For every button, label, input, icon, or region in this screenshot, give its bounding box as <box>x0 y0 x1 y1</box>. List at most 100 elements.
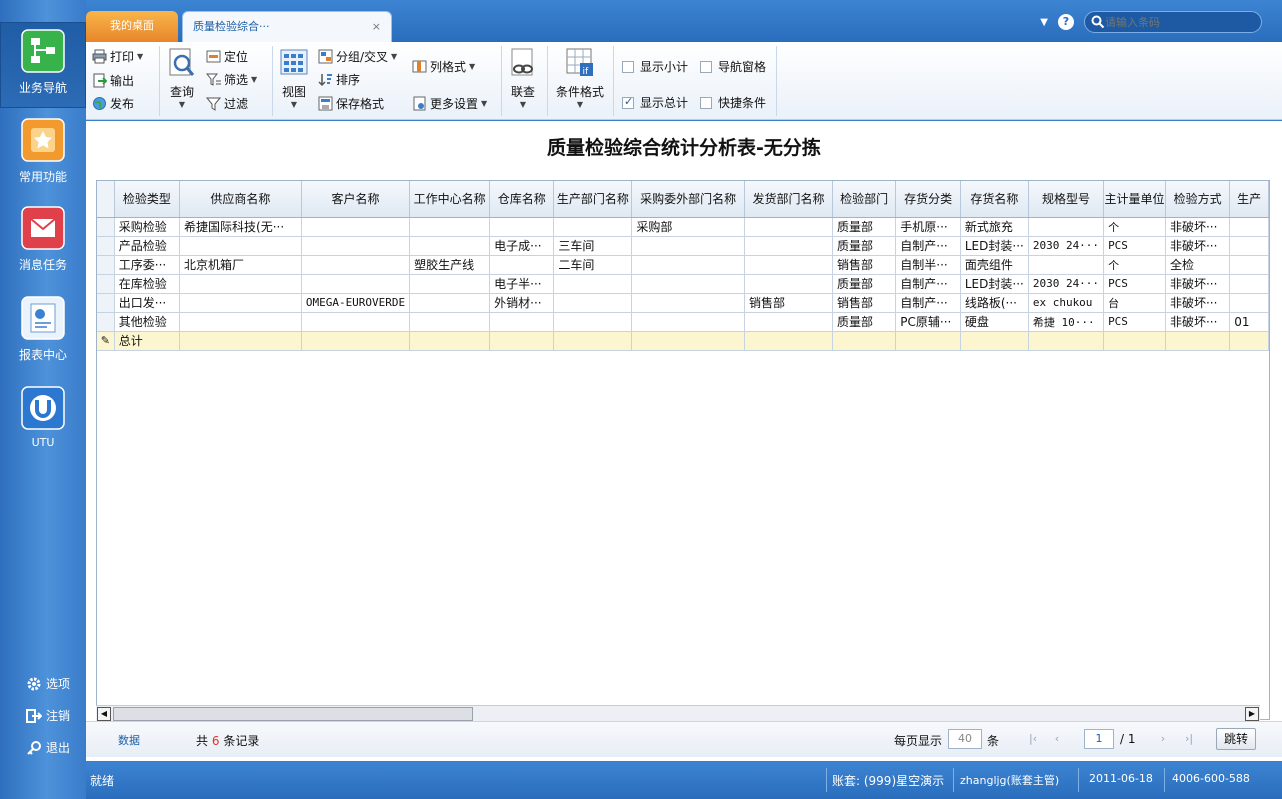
view-button[interactable]: 视图 ▼ <box>279 47 309 109</box>
logout-button[interactable]: 注销 <box>26 707 70 724</box>
jump-button[interactable]: 跳转 <box>1216 728 1256 750</box>
table-cell[interactable] <box>631 255 746 275</box>
tab-quality-report[interactable]: 质量检验综合··· × <box>182 11 392 42</box>
query-button[interactable]: 查询 ▼ <box>166 47 198 109</box>
table-cell[interactable] <box>744 236 833 256</box>
last-page-button[interactable]: ›| <box>1178 729 1200 749</box>
table-cell[interactable] <box>301 274 411 294</box>
help-icon[interactable]: ? <box>1058 14 1074 30</box>
table-cell[interactable] <box>744 274 833 294</box>
quick-condition-checkbox[interactable]: 快捷条件 <box>700 94 766 111</box>
row-header[interactable] <box>97 274 115 294</box>
scrollbar-thumb[interactable] <box>113 707 473 721</box>
condition-format-button[interactable]: if 条件格式 ▼ <box>554 47 606 109</box>
table-cell[interactable] <box>409 236 491 256</box>
table-row[interactable]: 出口发··· OMEGA-EUROVERDE 外销材··· 销售部 销售部 自制产··· 线… <box>97 293 1269 313</box>
print-button[interactable]: 打印 ▼ <box>92 48 143 65</box>
table-cell[interactable]: 采购部 <box>631 217 746 237</box>
table-cell[interactable] <box>179 312 302 332</box>
row-header[interactable] <box>97 255 115 275</box>
table-cell[interactable] <box>1229 274 1269 294</box>
table-cell[interactable]: 自制产··· <box>895 236 961 256</box>
column-header[interactable]: 工作中心名称 <box>409 181 491 218</box>
table-cell[interactable]: 工序委··· <box>114 255 181 275</box>
table-cell[interactable]: LED封装··· <box>960 236 1029 256</box>
more-settings-button[interactable]: 更多设置 ▼ <box>412 95 487 112</box>
table-cell[interactable] <box>489 255 555 275</box>
column-header[interactable]: 生产 <box>1229 181 1269 218</box>
table-cell[interactable] <box>301 255 411 275</box>
table-cell[interactable] <box>631 236 746 256</box>
table-cell[interactable]: 非破坏··· <box>1165 236 1231 256</box>
table-cell[interactable]: PCS <box>1103 236 1166 256</box>
table-cell[interactable] <box>489 312 555 332</box>
publish-button[interactable]: 发布 <box>92 95 134 112</box>
table-row[interactable]: 在库检验 电子半··· 质量部 自制产··· LED封装··· 2030 24··· PCS… <box>97 274 1269 294</box>
group-cross-button[interactable]: 分组/交叉 ▼ <box>318 48 397 65</box>
table-row[interactable]: 其他检验 质量部 PC原辅··· 硬盘 希捷 10··· PCS 非破坏··· 01 <box>97 312 1269 332</box>
table-cell[interactable] <box>301 236 411 256</box>
chevron-down-icon[interactable]: ▼ <box>1040 17 1048 28</box>
table-cell[interactable]: 质量部 <box>832 274 897 294</box>
nav-item-messages[interactable]: 消息任务 <box>0 206 86 273</box>
table-cell[interactable]: 线路板(··· <box>960 293 1029 313</box>
table-cell[interactable]: 二车间 <box>553 255 633 275</box>
table-cell[interactable]: PC原辅··· <box>895 312 961 332</box>
table-cell[interactable]: 质量部 <box>832 312 897 332</box>
table-cell[interactable]: 质量部 <box>832 217 897 237</box>
table-cell[interactable] <box>489 217 555 237</box>
table-cell[interactable]: 硬盘 <box>960 312 1029 332</box>
table-cell[interactable]: 采购检验 <box>114 217 181 237</box>
table-cell[interactable] <box>179 236 302 256</box>
table-cell[interactable]: 个 <box>1103 217 1166 237</box>
table-cell[interactable]: 非破坏··· <box>1165 217 1231 237</box>
exit-button[interactable]: 退出 <box>26 739 70 756</box>
row-header[interactable] <box>97 293 115 313</box>
column-header[interactable]: 发货部门名称 <box>744 181 833 218</box>
nav-item-utu[interactable]: UTU <box>0 386 86 449</box>
table-cell[interactable]: 销售部 <box>832 255 897 275</box>
table-cell[interactable] <box>179 274 302 294</box>
table-cell[interactable] <box>301 312 411 332</box>
show-subtotal-checkbox[interactable]: 显示小计 <box>622 58 688 75</box>
scroll-left-button[interactable]: ◀ <box>97 707 111 721</box>
table-cell[interactable] <box>553 293 633 313</box>
table-cell[interactable]: 销售部 <box>832 293 897 313</box>
table-cell[interactable]: 质量部 <box>832 236 897 256</box>
table-cell[interactable]: 销售部 <box>744 293 833 313</box>
table-cell[interactable]: OMEGA-EUROVERDE <box>301 293 411 313</box>
table-cell[interactable] <box>409 312 491 332</box>
column-header[interactable]: 客户名称 <box>301 181 411 218</box>
table-cell[interactable]: 电子半··· <box>489 274 555 294</box>
nav-item-favorites[interactable]: 常用功能 <box>0 118 86 185</box>
linked-query-button[interactable]: 联查 ▼ <box>508 47 538 109</box>
table-cell[interactable] <box>744 217 833 237</box>
table-cell[interactable]: PCS <box>1103 312 1166 332</box>
table-cell[interactable] <box>409 274 491 294</box>
table-cell[interactable]: 塑胶生产线 <box>409 255 491 275</box>
show-total-checkbox[interactable]: 显示总计 <box>622 94 688 111</box>
table-cell[interactable]: 台 <box>1103 293 1166 313</box>
table-cell[interactable]: 产品检验 <box>114 236 181 256</box>
table-cell[interactable] <box>744 255 833 275</box>
table-cell[interactable]: 自制产··· <box>895 293 961 313</box>
locate-button[interactable]: 定位 <box>206 48 248 65</box>
table-cell[interactable]: 自制产··· <box>895 274 961 294</box>
table-cell[interactable]: 面壳组件 <box>960 255 1029 275</box>
column-header[interactable]: 仓库名称 <box>489 181 555 218</box>
table-row[interactable]: 采购检验 希捷国际科技(无··· 采购部 质量部 手机原··· 新式旅充 个非破坏··· <box>97 217 1269 237</box>
column-header[interactable]: 生产部门名称 <box>553 181 633 218</box>
table-cell[interactable] <box>1229 217 1269 237</box>
table-cell[interactable]: 在库检验 <box>114 274 181 294</box>
table-cell[interactable]: 外销材··· <box>489 293 555 313</box>
table-cell[interactable] <box>1028 255 1105 275</box>
horizontal-scrollbar[interactable]: ◀ ▶ <box>96 705 1260 722</box>
table-cell[interactable] <box>631 293 746 313</box>
table-cell[interactable]: 非破坏··· <box>1165 274 1231 294</box>
table-cell[interactable] <box>409 217 491 237</box>
nav-item-business[interactable]: 业务导航 <box>0 22 86 108</box>
table-cell[interactable]: 全检 <box>1165 255 1231 275</box>
table-cell[interactable]: 手机原··· <box>895 217 961 237</box>
table-cell[interactable]: 2030 24··· <box>1028 274 1105 294</box>
table-row[interactable]: 工序委··· 北京机箱厂 塑胶生产线 二车间 销售部 自制半··· 面壳组件 个全检 <box>97 255 1269 275</box>
